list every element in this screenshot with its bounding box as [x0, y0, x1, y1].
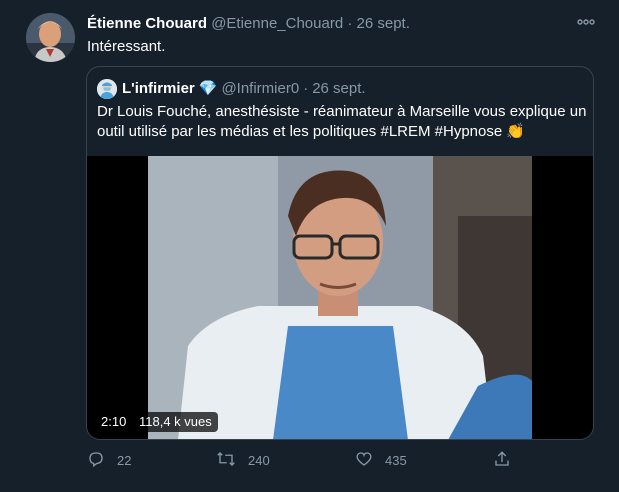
verified-diamond-icon: 💎	[198, 80, 218, 97]
more-dots-icon[interactable]	[574, 12, 598, 32]
author-avatar[interactable]	[26, 13, 75, 62]
video-views: 118,4 k vues	[133, 412, 218, 432]
quoted-author-avatar[interactable]	[97, 79, 117, 99]
quoted-header: L'infirmier 💎 @Infirmier0 · 26 sept.	[122, 79, 366, 98]
quoted-author-name[interactable]: L'infirmier	[122, 80, 195, 97]
reply-icon	[87, 450, 105, 471]
author-handle[interactable]: @Etienne_Chouard	[211, 15, 343, 32]
like-count: 435	[385, 453, 407, 468]
action-bar: 22 240 435	[87, 450, 517, 474]
tweet[interactable]: Étienne Chouard @Etienne_Chouard · 26 se…	[0, 0, 619, 492]
retweet-icon	[216, 450, 236, 471]
video-thumbnail	[148, 156, 532, 439]
tweet-date[interactable]: 26 sept.	[357, 15, 410, 32]
share-button[interactable]	[493, 450, 511, 471]
reply-count: 22	[117, 453, 132, 468]
author-name[interactable]: Étienne Chouard	[87, 15, 207, 32]
heart-icon	[355, 450, 373, 471]
video-duration: 2:10	[95, 412, 133, 432]
quoted-tweet[interactable]: L'infirmier 💎 @Infirmier0 · 26 sept. Dr …	[86, 66, 594, 440]
video-player[interactable]: 2:10 118,4 k vues	[87, 156, 593, 439]
quoted-text: Dr Louis Fouché, anesthésiste - réanimat…	[97, 103, 587, 140]
tweet-header: Étienne Chouard @Etienne_Chouard · 26 se…	[87, 15, 410, 32]
quoted-date[interactable]: 26 sept.	[312, 80, 365, 97]
separator-dot: ·	[303, 79, 309, 97]
share-icon	[493, 450, 511, 471]
retweet-count: 240	[248, 453, 270, 468]
quoted-author-handle[interactable]: @Infirmier0	[221, 80, 299, 97]
tweet-text: Intéressant.	[87, 38, 166, 55]
retweet-button[interactable]: 240	[216, 450, 270, 471]
reply-button[interactable]: 22	[87, 450, 131, 471]
like-button[interactable]: 435	[355, 450, 407, 471]
separator-dot: ·	[347, 15, 353, 32]
